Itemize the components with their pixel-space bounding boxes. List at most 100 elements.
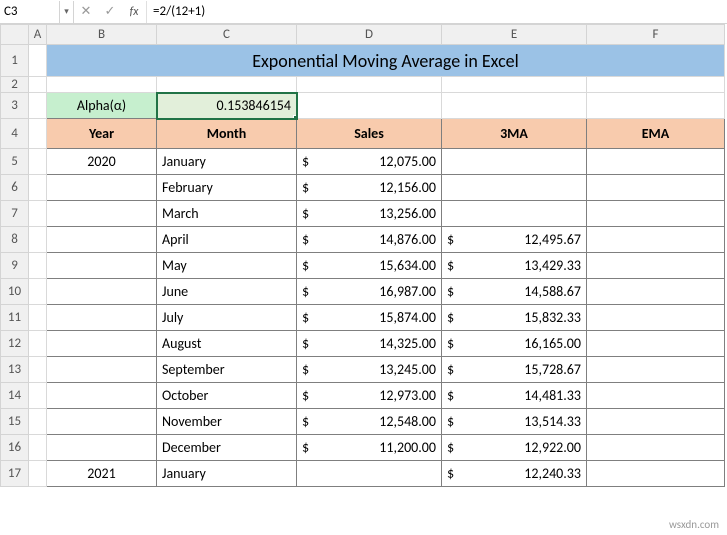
cell-3ma-7[interactable]: [442, 201, 587, 227]
cell-e3[interactable]: [442, 93, 587, 119]
row-header-13[interactable]: 13: [1, 357, 29, 383]
row-header-15[interactable]: 15: [1, 409, 29, 435]
row-header-16[interactable]: 16: [1, 435, 29, 461]
cell-ema-13[interactable]: [587, 357, 725, 383]
cell-a1[interactable]: [29, 45, 47, 77]
cell-a6[interactable]: [29, 175, 47, 201]
cell-sales-14[interactable]: $12,973.00: [297, 383, 442, 409]
row-header-10[interactable]: 10: [1, 279, 29, 305]
cell-ema-11[interactable]: [587, 305, 725, 331]
cell-month-9[interactable]: May: [157, 253, 297, 279]
cell-ema-15[interactable]: [587, 409, 725, 435]
cell-month-12[interactable]: August: [157, 331, 297, 357]
cell-f2[interactable]: [587, 77, 725, 93]
cell-sales-7[interactable]: $13,256.00: [297, 201, 442, 227]
cell-f3[interactable]: [587, 93, 725, 119]
alpha-label[interactable]: Alpha(α): [47, 93, 157, 119]
cell-year-11[interactable]: [47, 305, 157, 331]
cell-year-8[interactable]: [47, 227, 157, 253]
cell-sales-9[interactable]: $15,634.00: [297, 253, 442, 279]
title-cell[interactable]: Exponential Moving Average in Excel: [47, 45, 725, 77]
header-month[interactable]: Month: [157, 119, 297, 149]
cell-month-13[interactable]: September: [157, 357, 297, 383]
cell-a16[interactable]: [29, 435, 47, 461]
cell-a3[interactable]: [29, 93, 47, 119]
cell-3ma-16[interactable]: $12,922.00: [442, 435, 587, 461]
cell-year-9[interactable]: [47, 253, 157, 279]
header-sales[interactable]: Sales: [297, 119, 442, 149]
col-header-b[interactable]: B: [47, 25, 157, 45]
cell-a13[interactable]: [29, 357, 47, 383]
row-header-3[interactable]: 3: [1, 93, 29, 119]
name-box[interactable]: C3: [0, 1, 60, 23]
cell-3ma-17[interactable]: $12,240.33: [442, 461, 587, 487]
cell-a7[interactable]: [29, 201, 47, 227]
cell-3ma-13[interactable]: $15,728.67: [442, 357, 587, 383]
cell-year-12[interactable]: [47, 331, 157, 357]
cell-sales-15[interactable]: $12,548.00: [297, 409, 442, 435]
cell-month-5[interactable]: January: [157, 149, 297, 175]
row-header-2[interactable]: 2: [1, 77, 29, 93]
row-header-17[interactable]: 17: [1, 461, 29, 487]
cell-month-8[interactable]: April: [157, 227, 297, 253]
formula-input[interactable]: =2/(12+1): [146, 1, 727, 23]
cell-3ma-12[interactable]: $16,165.00: [442, 331, 587, 357]
cell-a4[interactable]: [29, 119, 47, 149]
cell-a14[interactable]: [29, 383, 47, 409]
col-header-f[interactable]: F: [587, 25, 725, 45]
cell-month-7[interactable]: March: [157, 201, 297, 227]
cell-year-16[interactable]: [47, 435, 157, 461]
cell-month-11[interactable]: July: [157, 305, 297, 331]
row-header-14[interactable]: 14: [1, 383, 29, 409]
cell-year-5[interactable]: 2020: [47, 149, 157, 175]
row-header-7[interactable]: 7: [1, 201, 29, 227]
fx-icon[interactable]: fx: [122, 1, 146, 23]
cell-year-10[interactable]: [47, 279, 157, 305]
cell-month-15[interactable]: November: [157, 409, 297, 435]
cell-year-6[interactable]: [47, 175, 157, 201]
cell-a11[interactable]: [29, 305, 47, 331]
cell-ema-5[interactable]: [587, 149, 725, 175]
cell-3ma-8[interactable]: $12,495.67: [442, 227, 587, 253]
cell-ema-7[interactable]: [587, 201, 725, 227]
cell-d2[interactable]: [297, 77, 442, 93]
row-header-8[interactable]: 8: [1, 227, 29, 253]
header-ema[interactable]: EMA: [587, 119, 725, 149]
cell-ema-10[interactable]: [587, 279, 725, 305]
cell-ema-8[interactable]: [587, 227, 725, 253]
cell-d3[interactable]: [297, 93, 442, 119]
cell-sales-10[interactable]: $16,987.00: [297, 279, 442, 305]
cell-year-15[interactable]: [47, 409, 157, 435]
col-header-c[interactable]: C: [157, 25, 297, 45]
cell-a8[interactable]: [29, 227, 47, 253]
row-header-5[interactable]: 5: [1, 149, 29, 175]
cell-a5[interactable]: [29, 149, 47, 175]
cell-c2[interactable]: [157, 77, 297, 93]
cell-sales-6[interactable]: $12,156.00: [297, 175, 442, 201]
row-header-9[interactable]: 9: [1, 253, 29, 279]
col-header-d[interactable]: D: [297, 25, 442, 45]
cell-ema-12[interactable]: [587, 331, 725, 357]
cell-a9[interactable]: [29, 253, 47, 279]
cell-ema-16[interactable]: [587, 435, 725, 461]
cell-sales-17[interactable]: [297, 461, 442, 487]
cell-year-14[interactable]: [47, 383, 157, 409]
cell-b2[interactable]: [47, 77, 157, 93]
cell-a2[interactable]: [29, 77, 47, 93]
select-all-corner[interactable]: [1, 25, 29, 45]
cell-sales-13[interactable]: $13,245.00: [297, 357, 442, 383]
cell-year-13[interactable]: [47, 357, 157, 383]
col-header-a[interactable]: A: [29, 25, 47, 45]
cell-a12[interactable]: [29, 331, 47, 357]
cell-month-10[interactable]: June: [157, 279, 297, 305]
cell-sales-11[interactable]: $15,874.00: [297, 305, 442, 331]
header-year[interactable]: Year: [47, 119, 157, 149]
cell-3ma-11[interactable]: $15,832.33: [442, 305, 587, 331]
cell-month-17[interactable]: January: [157, 461, 297, 487]
cell-ema-9[interactable]: [587, 253, 725, 279]
cell-month-16[interactable]: December: [157, 435, 297, 461]
cell-sales-5[interactable]: $12,075.00: [297, 149, 442, 175]
cell-month-6[interactable]: February: [157, 175, 297, 201]
cell-year-17[interactable]: 2021: [47, 461, 157, 487]
cell-year-7[interactable]: [47, 201, 157, 227]
